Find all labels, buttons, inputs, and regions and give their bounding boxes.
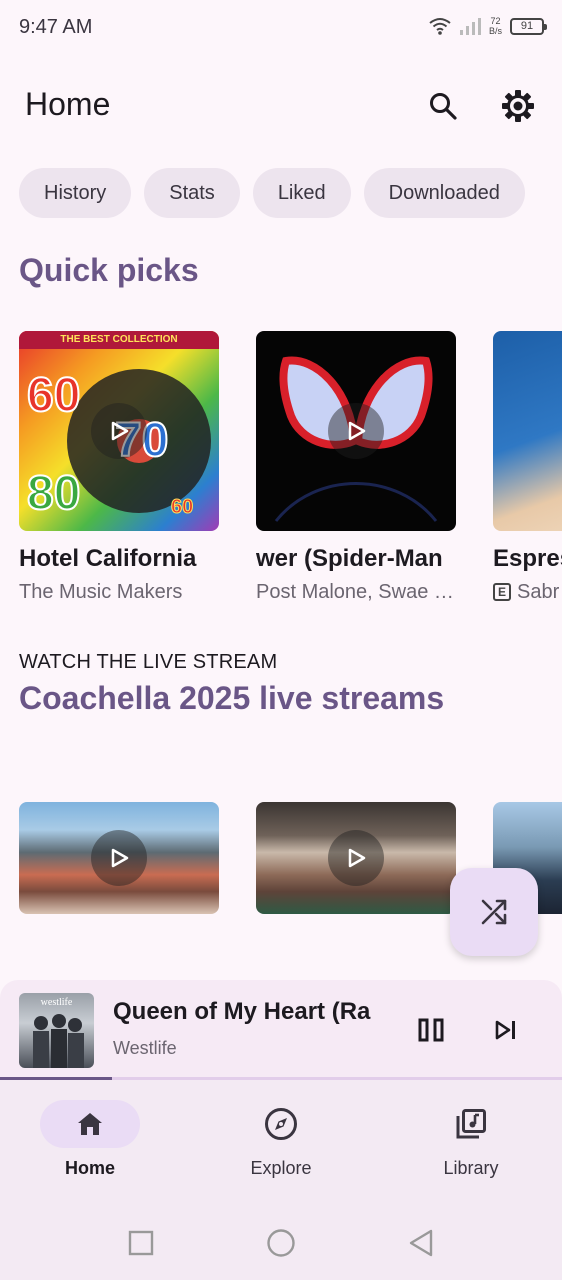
quick-pick-card[interactable]: Espres ESabr: [493, 331, 562, 604]
nav-explore-label: Explore: [250, 1158, 312, 1178]
filter-chips: History Stats Liked Downloaded: [19, 168, 525, 218]
nav-home-label: Home: [64, 1158, 115, 1178]
mini-player-title: Queen of My Heart (Ra: [113, 998, 371, 1025]
back-triangle-icon: [409, 1229, 433, 1257]
live-overline: WATCH THE LIVE STREAM: [19, 651, 278, 673]
status-icons: 72 B/s 91: [429, 16, 547, 36]
mini-player-art-graphic: [33, 1014, 84, 1068]
track-title: Espres: [493, 545, 562, 572]
quick-picks-title: Quick picks: [19, 252, 199, 288]
nav-explore[interactable]: Explore: [221, 1100, 341, 1179]
circle-icon: [267, 1229, 295, 1257]
search-icon: [430, 93, 457, 120]
album-art: [493, 331, 562, 531]
mini-player[interactable]: westlife Queen of My Heart (Ra Westlife: [0, 980, 562, 1080]
play-icon: [348, 848, 366, 868]
shuffle-button[interactable]: [450, 868, 538, 956]
wifi-icon: [429, 18, 451, 35]
play-button[interactable]: [328, 403, 384, 459]
chip-stats[interactable]: Stats: [144, 168, 240, 218]
mini-player-art: westlife: [19, 993, 94, 1068]
svg-text:80: 80: [27, 467, 80, 520]
album-art: [256, 331, 456, 531]
nav-home[interactable]: Home: [30, 1100, 150, 1179]
quick-pick-card[interactable]: wer (Spider-Man Post Malone, Swae Lee: [256, 331, 456, 604]
recents-button[interactable]: [128, 1230, 154, 1261]
mini-player-artist: Westlife: [113, 1038, 177, 1058]
explicit-badge: E: [493, 583, 511, 601]
video-card[interactable]: [256, 802, 456, 914]
signal-icon: [459, 18, 481, 35]
chip-history[interactable]: History: [19, 168, 132, 218]
skip-next-button[interactable]: [484, 1008, 528, 1052]
pause-icon: [418, 1018, 444, 1042]
compass-icon: [265, 1108, 297, 1140]
system-navigation-bar: [0, 1190, 562, 1280]
video-card[interactable]: [19, 802, 219, 914]
nav-library[interactable]: Library: [411, 1100, 531, 1179]
quick-pick-card[interactable]: THE BEST COLLECTION 60 70 80 60 Hotel Ca…: [19, 331, 219, 604]
home-icon: [78, 1113, 102, 1135]
bottom-navigation: Home Explore Library: [0, 1080, 562, 1190]
track-title: Hotel California: [19, 545, 197, 572]
skip-next-icon: [495, 1020, 515, 1040]
track-title: wer (Spider-Man: [256, 545, 443, 572]
battery-icon: 91: [510, 17, 547, 35]
play-button[interactable]: [91, 830, 147, 886]
play-icon: [348, 421, 366, 441]
track-artist: The Music Makers: [19, 581, 183, 603]
chip-downloaded[interactable]: Downloaded: [363, 168, 525, 218]
settings-button[interactable]: [496, 84, 540, 128]
search-button[interactable]: [421, 84, 465, 128]
play-button[interactable]: [91, 403, 147, 459]
play-icon: [111, 848, 129, 868]
svg-text:60: 60: [171, 496, 193, 518]
net-speed: 72 B/s: [488, 16, 502, 36]
play-icon: [111, 421, 129, 441]
home-system-button[interactable]: [266, 1228, 296, 1263]
nav-library-label: Library: [443, 1158, 499, 1178]
svg-text:60: 60: [27, 369, 80, 422]
video-thumbnail: [256, 802, 456, 914]
status-time: 9:47 AM: [19, 16, 93, 38]
chip-liked[interactable]: Liked: [252, 168, 351, 218]
library-icon: [456, 1109, 486, 1139]
back-button[interactable]: [407, 1228, 435, 1263]
album-art: THE BEST COLLECTION 60 70 80 60: [19, 331, 219, 531]
square-icon: [128, 1230, 154, 1256]
live-title: Coachella 2025 live streams: [19, 680, 445, 716]
play-button[interactable]: [328, 830, 384, 886]
video-thumbnail: [19, 802, 219, 914]
track-artist: E Sabr: [493, 581, 562, 604]
pause-button[interactable]: [409, 1008, 453, 1052]
track-artist: Post Malone, Swae Lee: [256, 581, 456, 603]
page-title: Home: [25, 86, 111, 122]
shuffle-icon: [481, 899, 507, 925]
gear-icon: [502, 90, 534, 122]
